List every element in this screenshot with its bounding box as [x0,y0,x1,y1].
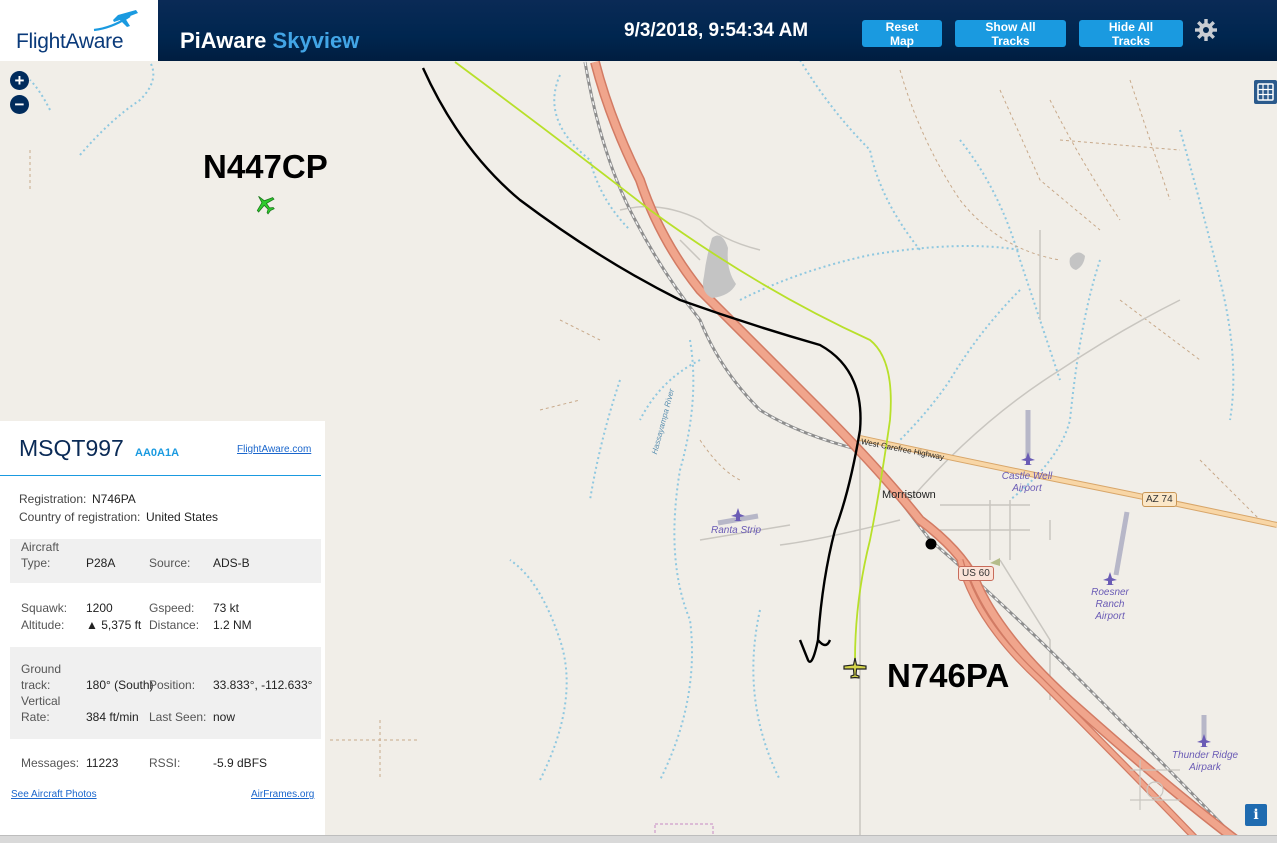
position-value: 33.833°, -112.633° [213,678,313,692]
aircraft-label-n746pa: N746PA [887,657,1010,694]
airframes-link[interactable]: AirFrames.org [251,789,314,800]
position-label: Position: [149,678,196,692]
registration-value: N746PA [92,492,136,506]
source-label: Source: [149,556,191,570]
flightaware-link[interactable]: FlightAware.com [237,444,311,455]
distance-value: 1.2 NM [213,618,252,632]
gear-icon[interactable] [1194,18,1218,42]
info-band-track [10,647,321,739]
logo-text: FlightAware [16,30,124,53]
map-attribution-info-button[interactable]: i [1245,804,1267,826]
vertical-rate-label-line1: Vertical [21,694,61,708]
country-value: United States [146,510,219,524]
gspeed-value: 73 kt [213,601,240,615]
squawk-label: Squawk: [21,601,68,615]
registration-label: Registration: [19,492,87,506]
selected-callsign: MSQT997 [19,435,124,461]
gspeed-label: Gspeed: [149,601,195,615]
horizontal-scrollbar[interactable] [0,835,1277,843]
vertical-rate-label-line2: Rate: [21,710,50,724]
ground-track-label-line1: Ground [21,662,62,676]
country-label: Country of registration: [19,510,141,524]
aircraft-n447cp-icon[interactable] [253,192,277,216]
app-title-primary: PiAware [180,28,267,53]
vertical-rate-value: 384 ft/min [86,710,139,724]
aircraft-type-label-line2: Type: [21,556,51,570]
clock-timestamp: 9/3/2018, 9:54:34 AM [624,20,809,41]
last-seen-value: now [213,710,236,724]
flightaware-logo[interactable]: FlightAware [0,0,158,61]
app-title-accent: Skyview [272,28,360,53]
panel-divider [0,475,321,476]
altitude-value: ▲ 5,375 ft [86,618,142,632]
messages-value: 11223 [86,756,119,770]
last-seen-label: Last Seen: [149,710,207,724]
route-shield-us60: US 60 [958,566,994,581]
town-label-morristown: Morristown [882,489,936,501]
airport-label-roesner: Roesner Ranch Airport [1091,587,1129,622]
altitude-label: Altitude: [21,618,65,632]
show-all-tracks-button[interactable]: Show All Tracks [955,20,1066,48]
map-layers-button[interactable] [1254,80,1277,104]
ground-track-value: 180° (South) [86,678,154,692]
selected-hex-id: AA0A1A [135,447,180,459]
aircraft-type-value: P28A [86,556,116,570]
app-title: PiAware Skyview [180,28,359,54]
ground-track-label-line2: track: [21,678,51,692]
squawk-value: 1200 [86,601,113,615]
airport-label-thunder-ridge: Thunder Ridge Airpark [1171,750,1239,773]
reset-map-button[interactable]: Reset Map [862,20,942,48]
grid-icon [1257,83,1274,101]
airport-label-castle-well: Castle Well Airport [1001,471,1053,494]
top-header: FlightAware PiAware Skyview 9/3/2018, 9:… [0,0,1277,61]
aircraft-photos-link[interactable]: See Aircraft Photos [11,789,97,800]
aircraft-label-n447cp: N447CP [203,148,328,185]
messages-label: Messages: [21,756,80,770]
receiver-location-marker [925,538,937,550]
rssi-value: -5.9 dBFS [213,756,268,770]
aircraft-type-label-line1: Aircraft [21,540,60,554]
aircraft-info-panel: MSQT997 AA0A1A FlightAware.com Registrat… [0,421,325,835]
distance-label: Distance: [149,618,200,632]
source-value: ADS-B [213,556,250,570]
zoom-in-button[interactable]: + [10,71,29,90]
zoom-out-button[interactable]: − [10,95,29,114]
airport-label-ranta: Ranta Strip [711,525,762,536]
route-shield-az74: AZ 74 [1142,492,1177,507]
rssi-label: RSSI: [149,756,181,770]
hide-all-tracks-button[interactable]: Hide All Tracks [1079,20,1183,48]
aircraft-n746pa-icon[interactable] [842,655,868,681]
